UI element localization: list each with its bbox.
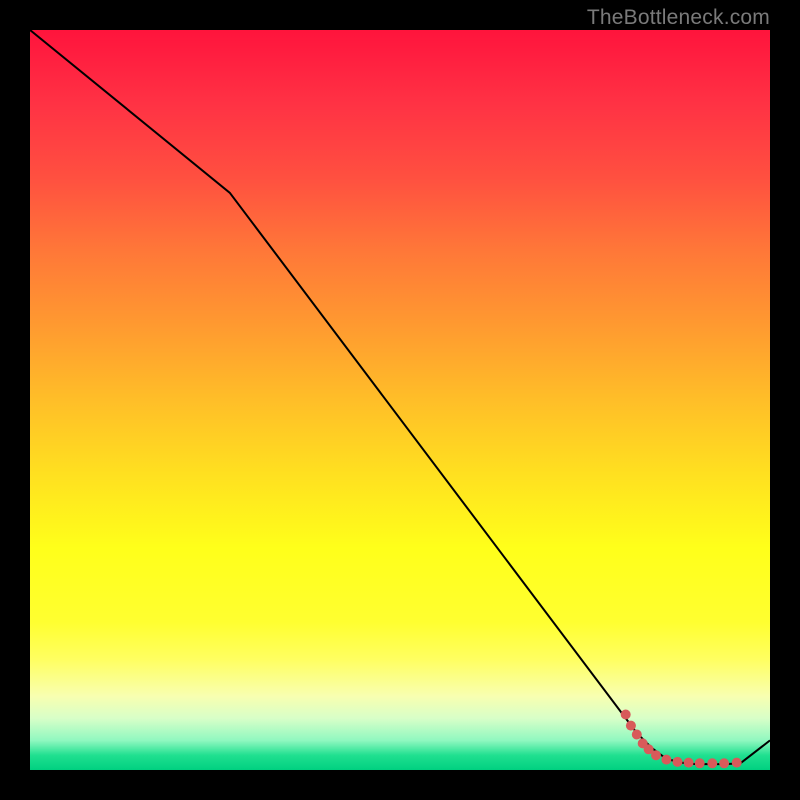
marker-dot [684,758,694,768]
watermark-text: TheBottleneck.com [587,6,770,30]
dotted-segment [621,710,742,769]
marker-dot [621,710,631,720]
marker-dot [732,758,742,768]
marker-dot [626,721,636,731]
marker-dot [719,758,729,768]
main-curve [30,30,770,764]
plot-area [30,30,770,770]
marker-dot [661,755,671,765]
marker-dot [651,750,661,760]
chart-frame: TheBottleneck.com [0,0,800,800]
marker-dot [673,757,683,767]
chart-svg [30,30,770,770]
main-curve-path [30,30,770,764]
marker-dot [632,730,642,740]
marker-dot [707,758,717,768]
marker-dot [695,758,705,768]
